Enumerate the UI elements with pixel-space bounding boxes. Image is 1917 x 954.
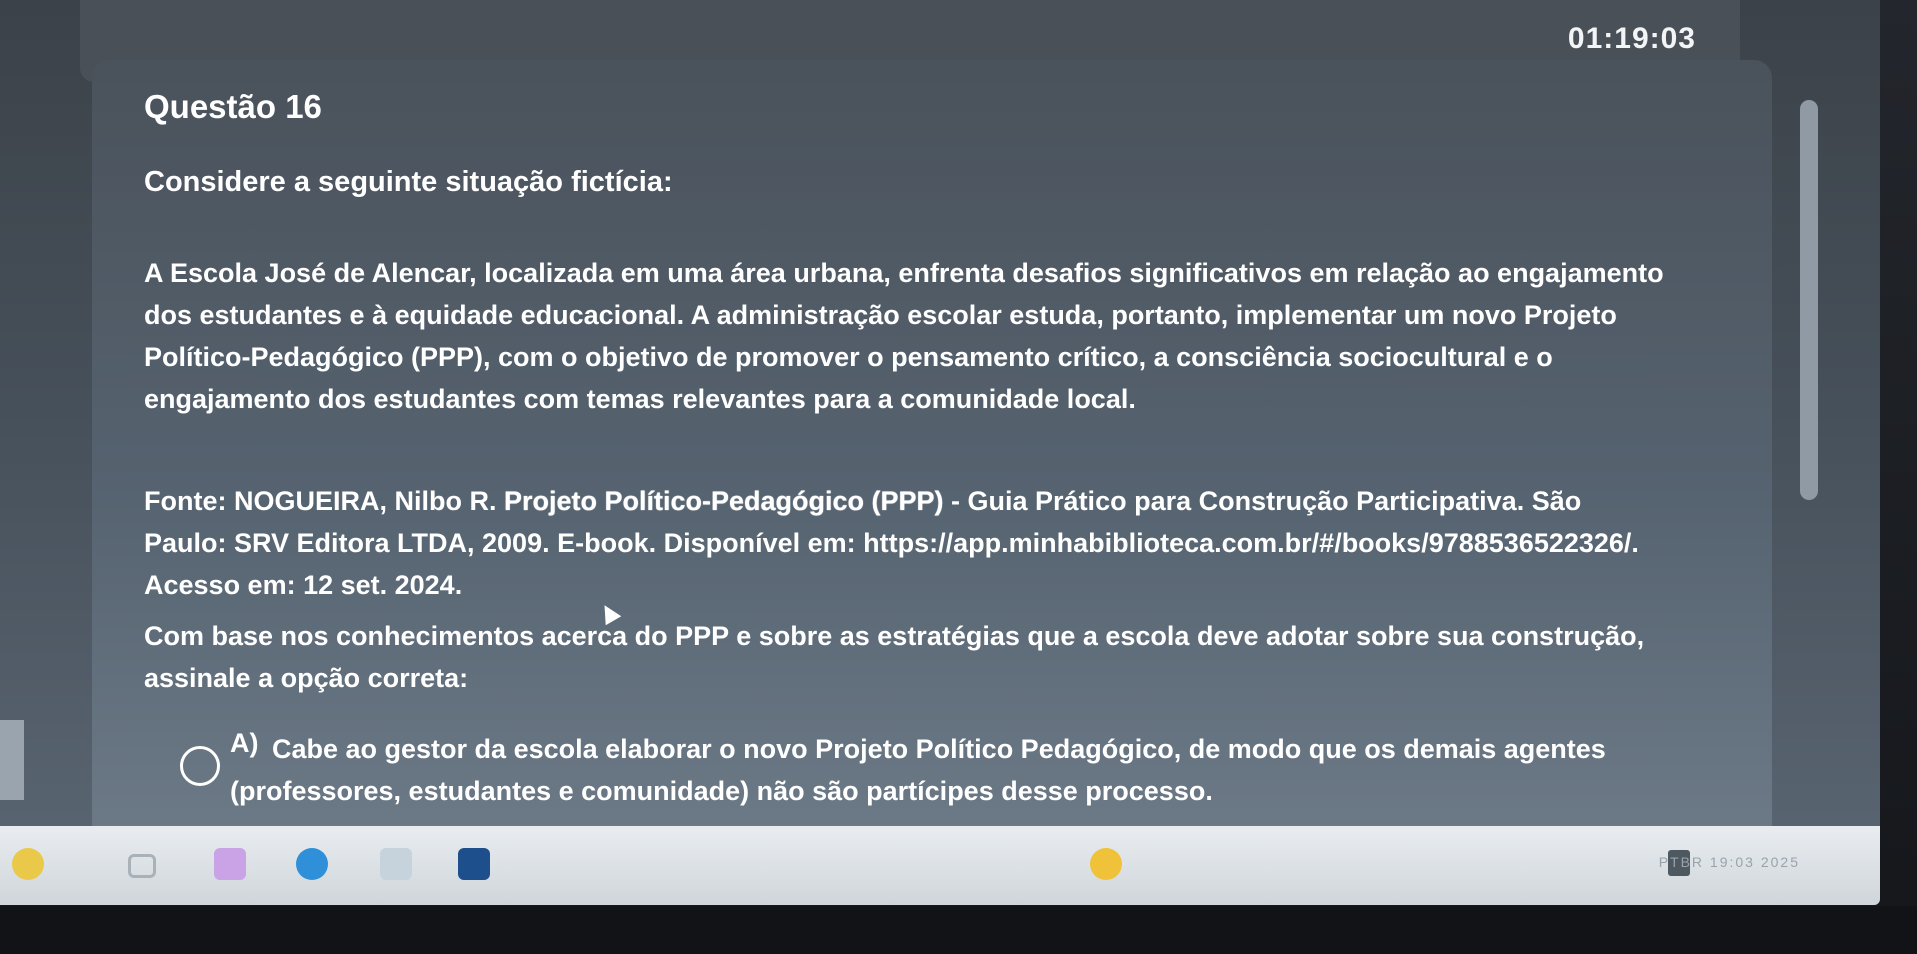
countdown-timer: 01:19:03 <box>1567 22 1696 55</box>
radio-button-a[interactable] <box>180 746 220 786</box>
answer-option-a[interactable]: A) Cabe ao gestor da escola elaborar o n… <box>180 728 1680 828</box>
app-icon[interactable] <box>1090 848 1122 880</box>
source-prefix: Fonte: NOGUEIRA, Nilbo R. <box>144 486 504 516</box>
app-icon[interactable] <box>458 848 490 880</box>
question-prompt: Com base nos conhecimentos acerca do PPP… <box>144 621 1645 693</box>
question-card: Questão 16 Considere a seguinte situação… <box>92 60 1772 860</box>
app-icon[interactable] <box>380 848 412 880</box>
side-panel-edge <box>0 720 24 800</box>
edge-browser-icon[interactable] <box>296 848 328 880</box>
question-title: Questão 16 <box>144 88 322 125</box>
screen: 01:19:03 Questão 16 Considere a seguinte… <box>0 0 1880 905</box>
monitor-bottom-bezel <box>0 906 1917 954</box>
question-intro: Considere a seguinte situação fictícia: <box>144 166 673 198</box>
system-tray-text: PTBR 19:03 2025 <box>1658 854 1800 870</box>
scrollbar[interactable] <box>1800 100 1818 500</box>
option-text[interactable]: Cabe ao gestor da escola elaborar o novo… <box>230 728 1650 812</box>
weather-widget-icon[interactable] <box>12 848 44 880</box>
question-scenario: A Escola José de Alencar, localizada em … <box>144 258 1664 414</box>
task-view-icon[interactable] <box>128 854 156 878</box>
question-source: Fonte: NOGUEIRA, Nilbo R. Projeto Políti… <box>144 480 1664 606</box>
source-title: Projeto Político-Pedagógico (PPP) <box>503 486 944 516</box>
app-icon[interactable] <box>214 848 246 880</box>
taskbar: PTBR 19:03 2025 <box>0 826 1880 905</box>
